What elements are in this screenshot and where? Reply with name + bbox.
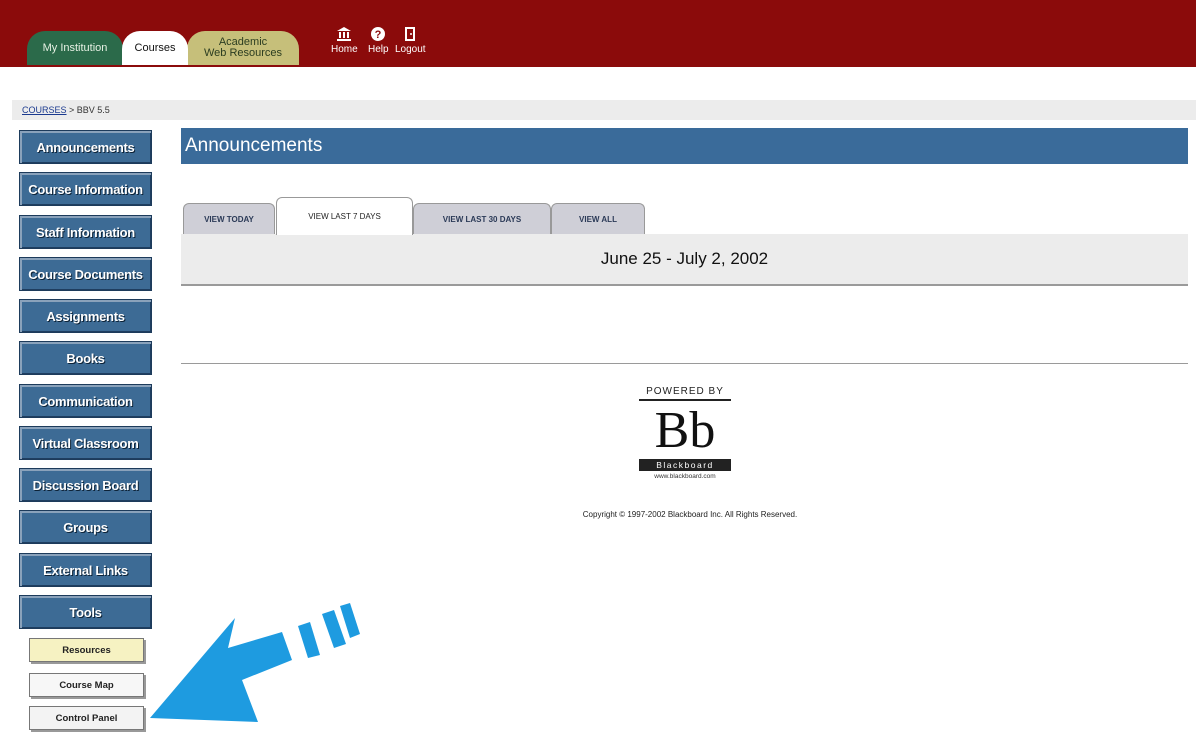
blackboard-url: www.blackboard.com: [654, 473, 716, 480]
sidebar-item-discussion-board[interactable]: Discussion Board: [19, 468, 152, 502]
tab-academic-web-resources[interactable]: Academic Web Resources: [187, 31, 299, 65]
breadcrumb-separator: >: [66, 105, 77, 115]
logout-label: Logout: [395, 44, 426, 55]
home-icon: [337, 27, 352, 41]
tab-my-institution[interactable]: My Institution: [27, 31, 123, 65]
breadcrumb-current: BBV 5.5: [76, 105, 110, 115]
sidebar-item-staff-information[interactable]: Staff Information: [19, 215, 152, 249]
page-title: Announcements: [181, 128, 1188, 164]
tab-academic-label: Academic Web Resources: [203, 36, 283, 59]
course-map-button[interactable]: Course Map: [29, 673, 144, 697]
help-link[interactable]: ? Help: [368, 26, 389, 55]
blackboard-logo[interactable]: POWERED BY Bb Blackboard www.blackboard.…: [639, 386, 731, 480]
blackboard-brand: Blackboard: [639, 459, 731, 471]
resources-button[interactable]: Resources: [29, 638, 144, 662]
divider: [181, 363, 1188, 364]
logout-door-icon: [405, 27, 416, 41]
help-icon: ?: [371, 27, 386, 41]
tab-courses[interactable]: Courses: [122, 31, 188, 65]
sidebar-item-course-documents[interactable]: Course Documents: [19, 257, 152, 291]
sidebar-item-virtual-classroom[interactable]: Virtual Classroom: [19, 426, 152, 460]
tab-view-last-30-days[interactable]: VIEW LAST 30 DAYS: [413, 203, 551, 235]
help-label: Help: [368, 44, 389, 55]
breadcrumb-courses-link[interactable]: COURSES: [22, 105, 67, 115]
sidebar-item-announcements[interactable]: Announcements: [19, 130, 152, 164]
home-label: Home: [331, 44, 358, 55]
bb-logo-text: Bb: [654, 402, 716, 459]
logout-link[interactable]: Logout: [395, 26, 426, 55]
tab-view-today[interactable]: VIEW TODAY: [183, 203, 275, 235]
breadcrumb-bar: COURSES > BBV 5.5: [12, 100, 1196, 120]
sidebar-item-books[interactable]: Books: [19, 341, 152, 375]
sidebar-item-course-information[interactable]: Course Information: [19, 172, 152, 206]
sidebar-item-communication[interactable]: Communication: [19, 384, 152, 418]
date-range: June 25 - July 2, 2002: [600, 249, 769, 268]
sidebar-item-groups[interactable]: Groups: [19, 510, 152, 544]
pointer-arrow-icon: [150, 603, 360, 722]
sidebar-item-external-links[interactable]: External Links: [19, 553, 152, 587]
top-header: My Institution Courses Academic Web Reso…: [0, 0, 1196, 67]
tab-courses-label: Courses: [134, 41, 176, 54]
powered-by-label: POWERED BY: [639, 386, 731, 401]
home-link[interactable]: Home: [331, 26, 358, 55]
tab-my-institution-label: My Institution: [42, 41, 108, 54]
copyright-text: Copyright © 1997-2002 Blackboard Inc. Al…: [582, 510, 798, 519]
date-range-bar: June 25 - July 2, 2002: [181, 234, 1188, 286]
breadcrumb: COURSES > BBV 5.5: [22, 105, 110, 115]
tab-view-all[interactable]: VIEW ALL: [551, 203, 645, 235]
sidebar-item-tools[interactable]: Tools: [19, 595, 152, 629]
control-panel-button[interactable]: Control Panel: [29, 706, 144, 730]
sidebar-item-assignments[interactable]: Assignments: [19, 299, 152, 333]
tab-view-last-7-days[interactable]: VIEW LAST 7 DAYS: [276, 197, 413, 235]
svg-text:?: ?: [375, 29, 382, 41]
